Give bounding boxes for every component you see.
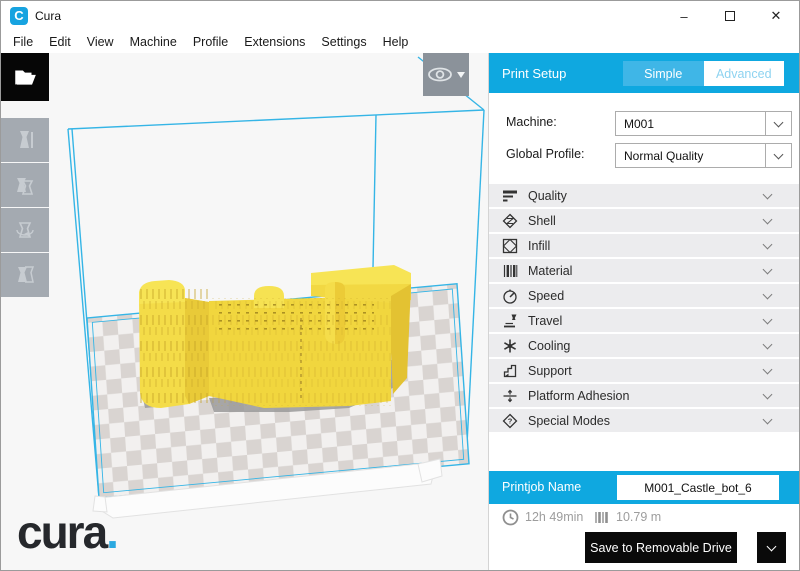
- print-time-estimate: 12h 49min: [525, 510, 583, 524]
- infill-icon: [502, 238, 518, 254]
- chevron-down-icon: [763, 189, 773, 199]
- menu-machine[interactable]: Machine: [122, 33, 185, 51]
- rotate-tool-button[interactable]: [1, 208, 49, 252]
- chevron-down-icon: [763, 239, 773, 249]
- menu-profile[interactable]: Profile: [185, 33, 236, 51]
- section-cooling[interactable]: Cooling: [489, 334, 800, 357]
- chevron-down-icon: [763, 414, 773, 424]
- section-travel[interactable]: Travel: [489, 309, 800, 332]
- settings-sections: Quality Shell Infill Material Speed: [489, 184, 800, 434]
- save-options-button[interactable]: [757, 532, 786, 563]
- mirror-tool-button[interactable]: [1, 253, 49, 297]
- section-special-modes[interactable]: ? Special Modes: [489, 409, 800, 432]
- cooling-icon: [502, 338, 518, 354]
- menu-file[interactable]: File: [5, 33, 41, 51]
- clock-icon: [502, 509, 519, 526]
- chevron-down-icon: [763, 214, 773, 224]
- save-to-removable-drive-button[interactable]: Save to Removable Drive: [585, 532, 737, 563]
- printjob-bar: Printjob Name: [489, 471, 800, 504]
- chevron-down-icon: [765, 112, 791, 135]
- main-content: cura. Print Setup Simple Advanced Machin…: [1, 53, 800, 571]
- maximize-button[interactable]: [707, 1, 753, 31]
- section-shell[interactable]: Shell: [489, 209, 800, 232]
- chevron-down-icon: [763, 264, 773, 274]
- mode-toggle: Simple Advanced: [623, 61, 784, 86]
- chevron-down-icon: [763, 364, 773, 374]
- minimize-button[interactable]: –: [661, 1, 707, 31]
- print-setup-panel: Print Setup Simple Advanced Machine: M00…: [488, 53, 800, 571]
- section-material[interactable]: Material: [489, 259, 800, 282]
- window-title: Cura: [35, 9, 61, 23]
- quality-icon: [502, 188, 518, 204]
- viewport-3d: [1, 53, 488, 571]
- move-tool-icon: [13, 128, 37, 152]
- shell-icon: [502, 213, 518, 229]
- chevron-down-icon: [763, 314, 773, 324]
- global-profile-value: Normal Quality: [616, 149, 765, 163]
- chevron-down-icon: [457, 72, 465, 78]
- chevron-down-icon: [765, 144, 791, 167]
- chevron-down-icon: [763, 339, 773, 349]
- filament-icon: [593, 509, 610, 526]
- global-profile-select[interactable]: Normal Quality: [615, 143, 792, 168]
- printjob-name-input[interactable]: [617, 475, 779, 500]
- menu-view[interactable]: View: [79, 33, 122, 51]
- print-estimates: 12h 49min 10.79 m: [489, 509, 800, 529]
- menu-settings[interactable]: Settings: [313, 33, 374, 51]
- section-speed[interactable]: Speed: [489, 284, 800, 307]
- chevron-down-icon: [767, 541, 777, 551]
- machine-value: M001: [616, 117, 765, 131]
- close-button[interactable]: ✕: [753, 1, 799, 31]
- print-setup-title: Print Setup: [502, 66, 566, 81]
- material-estimate: 10.79 m: [616, 510, 661, 524]
- menu-bar: File Edit View Machine Profile Extension…: [1, 31, 799, 53]
- section-platform-adhesion[interactable]: Platform Adhesion: [489, 384, 800, 407]
- travel-icon: [502, 313, 518, 329]
- maximize-icon: [725, 11, 735, 21]
- machine-label: Machine:: [506, 115, 557, 129]
- material-icon: [502, 263, 518, 279]
- chevron-down-icon: [763, 289, 773, 299]
- scale-tool-icon: [13, 173, 37, 197]
- cura-watermark: cura.: [17, 505, 117, 559]
- mirror-tool-icon: [13, 263, 37, 287]
- machine-select[interactable]: M001: [615, 111, 792, 136]
- eye-icon: [427, 66, 454, 83]
- tab-simple[interactable]: Simple: [623, 61, 704, 86]
- chevron-down-icon: [763, 389, 773, 399]
- scale-tool-button[interactable]: [1, 163, 49, 207]
- view-mode-button[interactable]: [423, 53, 469, 96]
- special-modes-icon: ?: [502, 413, 518, 429]
- speed-icon: [502, 288, 518, 304]
- move-tool-button[interactable]: [1, 118, 49, 162]
- global-profile-label: Global Profile:: [506, 147, 585, 161]
- menu-extensions[interactable]: Extensions: [236, 33, 313, 51]
- title-bar: C Cura – ✕: [1, 1, 799, 31]
- section-quality[interactable]: Quality: [489, 184, 800, 207]
- menu-help[interactable]: Help: [375, 33, 417, 51]
- open-file-icon: [12, 64, 38, 90]
- section-infill[interactable]: Infill: [489, 234, 800, 257]
- rotate-tool-icon: [13, 218, 37, 242]
- open-file-button[interactable]: [1, 53, 49, 101]
- section-support[interactable]: Support: [489, 359, 800, 382]
- menu-edit[interactable]: Edit: [41, 33, 79, 51]
- cura-logo-icon: C: [10, 7, 28, 25]
- print-setup-header: Print Setup Simple Advanced: [489, 53, 800, 93]
- svg-text:?: ?: [508, 416, 513, 425]
- platform-adhesion-icon: [502, 388, 518, 404]
- tab-advanced[interactable]: Advanced: [704, 61, 785, 86]
- printjob-name-label: Printjob Name: [502, 480, 581, 494]
- cura-window: C Cura – ✕ File Edit View Machine Profil…: [0, 0, 800, 571]
- support-icon: [502, 363, 518, 379]
